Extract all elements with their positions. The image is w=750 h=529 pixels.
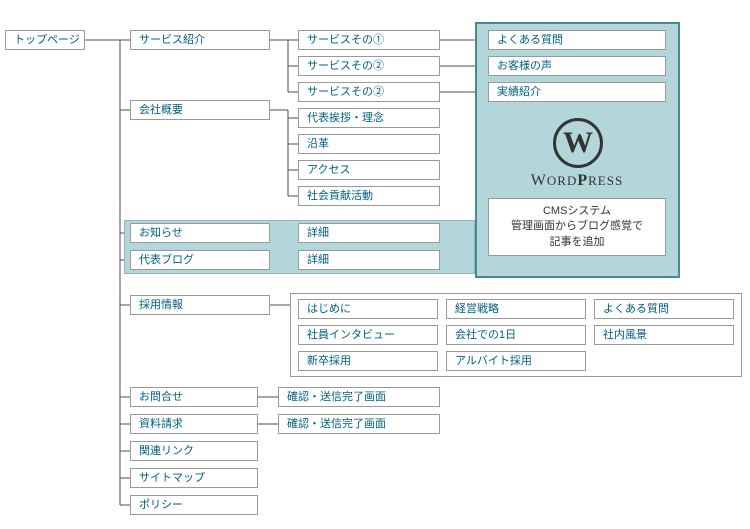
label: 確認・送信完了画面 — [287, 392, 386, 403]
node-service-2: サービスその② — [298, 56, 440, 76]
label: 社内風景 — [603, 330, 647, 341]
node-service: サービス紹介 — [130, 30, 270, 50]
label: サービスその① — [307, 35, 384, 46]
node-company: 会社概要 — [130, 100, 270, 120]
node-news: お知らせ — [130, 223, 270, 243]
label: 採用情報 — [139, 300, 183, 311]
note-line-3: 記事を追加 — [511, 235, 643, 250]
label: アクセス — [307, 165, 350, 176]
node-recruit-interview: 社員インタビュー — [298, 325, 438, 345]
note-line-1: CMSシステム — [511, 204, 643, 219]
wordpress-logo-letter: W — [553, 118, 603, 168]
label: 資料請求 — [139, 419, 183, 430]
node-top-page: トップページ — [5, 30, 85, 50]
label: お知らせ — [139, 228, 183, 239]
node-sitemap: サイトマップ — [130, 468, 258, 488]
label: よくある質問 — [603, 304, 669, 315]
node-company-access: アクセス — [298, 160, 440, 180]
label: 詳細 — [307, 228, 329, 239]
node-recruit-faq: よくある質問 — [594, 299, 734, 319]
node-wp-faq: よくある質問 — [488, 30, 666, 50]
label: ポリシー — [139, 500, 183, 511]
node-recruit-intro: はじめに — [298, 299, 438, 319]
node-recruit-day: 会社での1日 — [446, 325, 586, 345]
node-blog: 代表ブログ — [130, 250, 270, 270]
label: お客様の声 — [497, 61, 552, 72]
node-request: 資料請求 — [130, 414, 258, 434]
label: 社会貢献活動 — [307, 191, 373, 202]
node-recruit: 採用情報 — [130, 295, 270, 315]
node-recruit-parttime: アルバイト採用 — [446, 351, 586, 371]
node-service-3: サービスその② — [298, 82, 440, 102]
note-line-2: 管理画面からブログ感覚で — [511, 219, 643, 234]
label: トップページ — [14, 35, 80, 46]
label: 会社での1日 — [455, 330, 516, 341]
wordpress-note: CMSシステム 管理画面からブログ感覚で 記事を追加 — [488, 198, 666, 256]
node-policy: ポリシー — [130, 495, 258, 515]
label: お問合せ — [139, 392, 183, 403]
label: 代表ブログ — [139, 255, 194, 266]
node-recruit-newgrad: 新卒採用 — [298, 351, 438, 371]
label: 経営戦略 — [455, 304, 499, 315]
node-links: 関連リンク — [130, 441, 258, 461]
sitemap-diagram: { "root": "トップページ", "level2": { "service… — [0, 0, 750, 529]
label: はじめに — [307, 304, 351, 315]
wordpress-logo-icon: W — [553, 118, 603, 168]
node-company-greeting: 代表挨拶・理念 — [298, 108, 440, 128]
node-contact: お問合せ — [130, 387, 258, 407]
node-company-csr: 社会貢献活動 — [298, 186, 440, 206]
node-recruit-strategy: 経営戦略 — [446, 299, 586, 319]
label: 沿革 — [307, 139, 329, 150]
label: 新卒採用 — [307, 356, 351, 367]
node-wp-voice: お客様の声 — [488, 56, 666, 76]
label: 社員インタビュー — [307, 330, 395, 341]
node-contact-confirm: 確認・送信完了画面 — [278, 387, 440, 407]
label: 関連リンク — [139, 446, 194, 457]
label: 会社概要 — [139, 105, 183, 116]
node-recruit-scenery: 社内風景 — [594, 325, 734, 345]
label: よくある質問 — [497, 35, 563, 46]
label: 実績紹介 — [497, 87, 541, 98]
label: 確認・送信完了画面 — [287, 419, 386, 430]
label: サービスその② — [307, 61, 384, 72]
label: アルバイト採用 — [455, 356, 532, 367]
wordpress-wordmark: WordPress WORDPRESS — [488, 172, 666, 190]
node-company-history: 沿革 — [298, 134, 440, 154]
label: サービスその② — [307, 87, 384, 98]
label: サイトマップ — [139, 473, 205, 484]
node-wp-works: 実績紹介 — [488, 82, 666, 102]
label: 詳細 — [307, 255, 329, 266]
node-news-detail: 詳細 — [298, 223, 440, 243]
node-service-1: サービスその① — [298, 30, 440, 50]
node-blog-detail: 詳細 — [298, 250, 440, 270]
node-request-confirm: 確認・送信完了画面 — [278, 414, 440, 434]
label: 代表挨拶・理念 — [307, 113, 384, 124]
label: サービス紹介 — [139, 35, 205, 46]
